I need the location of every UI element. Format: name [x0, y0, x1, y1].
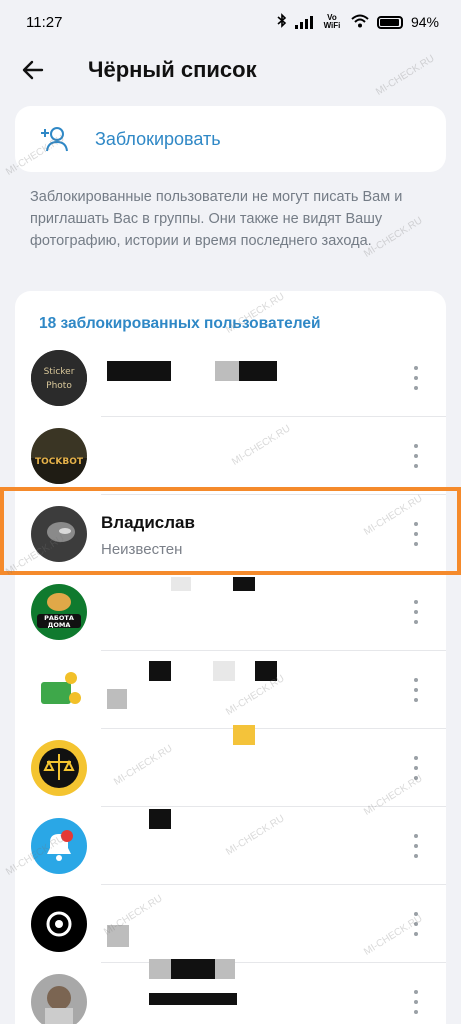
status-time: 11:27	[26, 13, 63, 31]
svg-text:TOCKBOT: TOCKBOT	[35, 457, 84, 467]
blocked-count-header: 18 заблокированных пользователей	[39, 315, 321, 332]
blocked-user-row[interactable]: Sticker Photo	[15, 339, 446, 417]
svg-text:Sticker: Sticker	[44, 367, 75, 377]
avatar	[31, 896, 87, 952]
redacted-name	[255, 661, 277, 681]
avatar	[31, 818, 87, 874]
vowifi-label: Vo WiFi	[323, 13, 341, 30]
wifi-icon	[351, 14, 369, 31]
blocked-user-row[interactable]: Владислав Неизвестен	[15, 495, 446, 573]
avatar: TOCKBOT	[31, 428, 87, 484]
block-user-label: Заблокировать	[95, 128, 221, 149]
user-status: Неизвестен	[101, 541, 183, 558]
more-options-button[interactable]	[412, 522, 420, 546]
redacted-name	[107, 361, 171, 381]
arrow-left-icon	[22, 60, 44, 80]
redacted-name	[213, 661, 235, 681]
avatar: Sticker Photo	[31, 350, 87, 406]
user-name: Владислав	[101, 513, 195, 532]
more-options-button[interactable]	[412, 990, 420, 1014]
status-bar: 11:27 Vo WiFi 94%	[0, 0, 461, 44]
blocked-info-text: Заблокированные пользователи не могут пи…	[30, 189, 403, 249]
redacted-name	[233, 725, 255, 745]
page-title: Чёрный список	[88, 57, 257, 82]
more-options-button[interactable]	[412, 912, 420, 936]
more-options-button[interactable]	[412, 366, 420, 390]
redacted-name	[149, 661, 171, 681]
avatar: РАБОТА ДОМА	[31, 584, 87, 640]
blocked-user-row[interactable]	[15, 885, 446, 963]
blocked-user-row[interactable]: TOCKBOT	[15, 417, 446, 495]
more-options-button[interactable]	[412, 444, 420, 468]
signal-icon	[294, 15, 313, 29]
add-user-icon	[15, 125, 95, 153]
avatar	[31, 506, 87, 562]
block-user-button[interactable]: Заблокировать	[15, 106, 446, 172]
back-button[interactable]	[6, 44, 60, 96]
redacted-status	[149, 993, 237, 1005]
blocked-user-row[interactable]	[15, 725, 446, 807]
more-options-button[interactable]	[412, 600, 420, 624]
redacted-status	[107, 925, 129, 947]
redacted-name	[215, 361, 239, 381]
redacted-name	[239, 361, 277, 381]
redacted-name	[215, 959, 235, 979]
bluetooth-icon	[277, 13, 287, 31]
redacted-name	[149, 809, 171, 829]
battery-icon	[376, 15, 403, 29]
blocked-user-row[interactable]	[15, 651, 446, 729]
redacted-status	[107, 689, 127, 709]
redacted-name	[171, 959, 215, 979]
app-header: Чёрный список	[0, 44, 461, 96]
redacted-name	[171, 577, 191, 591]
avatar	[31, 974, 87, 1024]
blocked-user-row[interactable]	[15, 959, 446, 1024]
more-options-button[interactable]	[412, 678, 420, 702]
blocked-users-list: 18 заблокированных пользователей Sticker…	[15, 291, 446, 1024]
redacted-name	[233, 577, 255, 591]
more-options-button[interactable]	[412, 834, 420, 858]
blocked-user-row[interactable]	[15, 807, 446, 885]
blocked-user-row[interactable]: РАБОТА ДОМА	[15, 573, 446, 651]
redacted-name	[149, 959, 171, 979]
avatar	[31, 740, 87, 796]
svg-text:Photo: Photo	[46, 381, 72, 391]
status-icons: Vo WiFi 94%	[277, 13, 439, 31]
more-options-button[interactable]	[412, 756, 420, 780]
avatar	[31, 662, 87, 718]
battery-percent: 94%	[410, 14, 439, 30]
svg-text:ДОМА: ДОМА	[48, 621, 71, 629]
